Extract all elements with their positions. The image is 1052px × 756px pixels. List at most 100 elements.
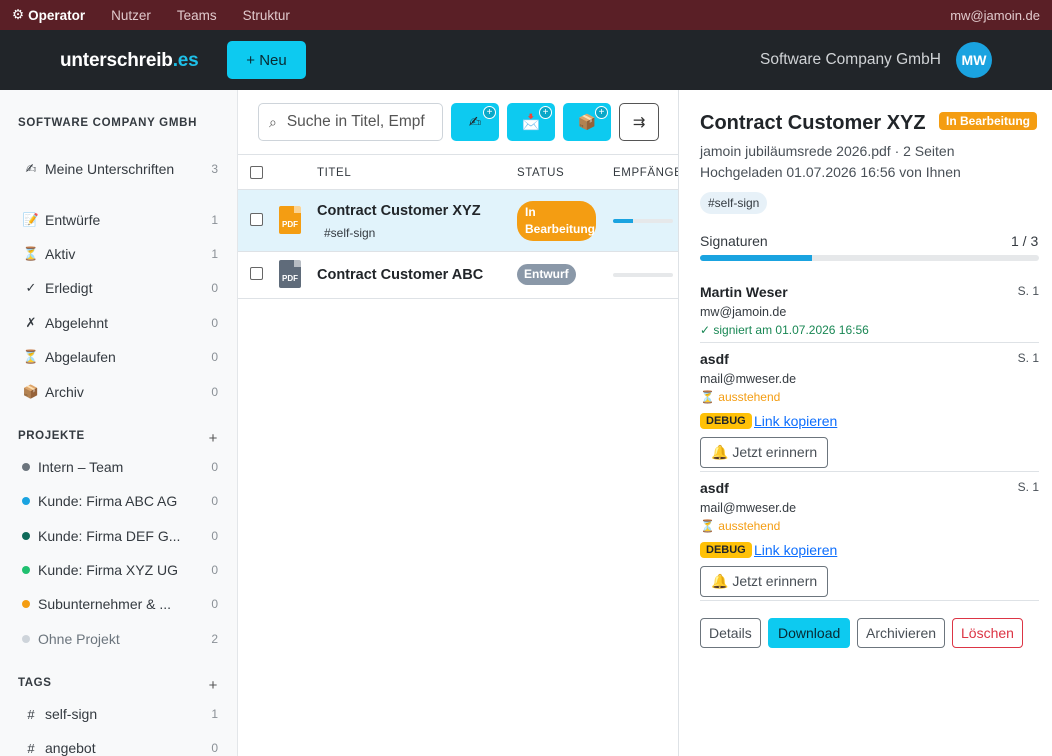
search-box[interactable]: ⌕ (258, 103, 443, 141)
copy-link[interactable]: Link kopieren (754, 542, 837, 558)
sidebar-item-tag[interactable]: # angebot 0 (0, 733, 238, 756)
new-button[interactable]: + Neu (227, 41, 306, 79)
search-input[interactable] (286, 113, 437, 131)
sidebar-item-count: 1 (211, 247, 218, 261)
project-color-dot (22, 463, 30, 471)
nav-link-teams[interactable]: Teams (177, 8, 217, 23)
signer-name: asdf (700, 480, 729, 496)
tags-title: TAGS (18, 677, 52, 689)
sort-button[interactable]: ⇉ (619, 103, 659, 141)
document-title[interactable]: Contract Customer ABC (317, 267, 483, 283)
table-row[interactable]: PDF Contract Customer XYZ #self-sign In … (238, 190, 678, 252)
nav-link-struktur[interactable]: Struktur (243, 8, 290, 23)
sidebar-item-project[interactable]: Kunde: Firma ABC AG 0 (0, 486, 238, 516)
sidebar-item-count: 0 (211, 281, 218, 295)
operator-brand[interactable]: ⚙ Operator (12, 7, 85, 23)
operator-brand-label: Operator (28, 7, 86, 23)
details-button[interactable]: Details (700, 618, 761, 648)
sidebar-item-abgelaufen[interactable]: ⏳ Abgelaufen 0 (0, 342, 238, 372)
sidebar-item-erledigt[interactable]: ✓ Erledigt 0 (0, 273, 238, 303)
cross-icon: ✗ (25, 315, 37, 330)
sidebar-item-count: 0 (211, 316, 218, 330)
document-tag[interactable]: #self-sign (324, 226, 375, 240)
signer-item: asdf S. 1 mail@mweser.de ⏳ ausstehend DE… (700, 480, 1039, 601)
package-icon: 📦 (22, 384, 40, 399)
projects-title: PROJEKTE (18, 430, 85, 442)
debug-badge: DEBUG (700, 413, 752, 429)
archive-button[interactable]: Archivieren (857, 618, 946, 648)
signer-email: mw@jamoin.de (700, 305, 787, 319)
app-logo[interactable]: unterschreib.es (60, 50, 199, 72)
sidebar-item-label: Kunde: Firma DEF G... (38, 528, 181, 544)
nav-link-nutzer[interactable]: Nutzer (111, 8, 151, 23)
status-badge: Entwurf (517, 264, 576, 285)
signatures-progress-fill (700, 255, 812, 261)
sidebar-item-project[interactable]: Kunde: Firma DEF G... 0 (0, 521, 238, 551)
company-switcher[interactable]: Software Company GmbH (760, 51, 941, 69)
document-title[interactable]: Contract Customer XYZ (317, 203, 481, 219)
sidebar-item-meine-unterschriften[interactable]: ✍ Meine Unterschriften 3 (0, 154, 238, 184)
download-button[interactable]: Download (768, 618, 851, 648)
sort-icon: ⇉ (632, 114, 646, 131)
select-all-checkbox[interactable] (250, 166, 263, 179)
column-status[interactable]: STATUS (517, 167, 564, 179)
copy-link[interactable]: Link kopieren (754, 413, 837, 429)
sidebar-item-aktiv[interactable]: ⏳ Aktiv 1 (0, 239, 238, 269)
sidebar-item-project[interactable]: Subunternehmer & ... 0 (0, 589, 238, 619)
sidebar-item-count: 2 (211, 632, 218, 646)
add-project-button[interactable]: + (209, 430, 218, 447)
recipient-progress-fill (613, 219, 633, 223)
add-tag-button[interactable]: + (209, 677, 218, 694)
sidebar-item-abgelehnt[interactable]: ✗ Abgelehnt 0 (0, 308, 238, 338)
sidebar-item-label: Abgelaufen (45, 349, 116, 365)
row-checkbox[interactable] (250, 267, 263, 280)
sidebar-item-project[interactable]: Ohne Projekt 2 (0, 624, 238, 654)
search-icon: ⌕ (269, 113, 277, 130)
sidebar-item-project[interactable]: Kunde: Firma XYZ UG 0 (0, 555, 238, 585)
sidebar-item-count: 0 (211, 460, 218, 474)
signer-status: ⏳ ausstehend (700, 519, 781, 533)
sidebar-item-tag[interactable]: # self-sign 1 (0, 699, 238, 729)
sidebar: SOFTWARE COMPANY GMBH ✍ Meine Unterschri… (0, 90, 238, 756)
sidebar-item-entwuerfe[interactable]: 📝 Entwürfe 1 (0, 205, 238, 235)
new-self-sign-button[interactable]: ✍ + (451, 103, 499, 141)
sidebar-item-label: Meine Unterschriften (45, 161, 175, 177)
sidebar-item-count: 0 (211, 563, 218, 577)
remind-button[interactable]: 🔔 Jetzt erinnern (700, 566, 829, 597)
table-header: TITEL STATUS EMPFÄNGE (238, 154, 678, 190)
new-batch-button[interactable]: 📦 + (563, 103, 611, 141)
sidebar-item-label: Ohne Projekt (38, 631, 120, 647)
sidebar-item-label: Kunde: Firma ABC AG (38, 493, 178, 509)
row-checkbox[interactable] (250, 213, 263, 226)
sidebar-item-archiv[interactable]: 📦 Archiv 0 (0, 377, 238, 407)
operator-email[interactable]: mw@jamoin.de (950, 8, 1040, 23)
column-recipients[interactable]: EMPFÄNGE (613, 167, 678, 179)
signer-status: ⏳ ausstehend (700, 390, 781, 404)
table-row[interactable]: PDF Contract Customer ABC Entwurf (238, 252, 678, 299)
file-info: jamoin jubiläumsrede 2026.pdf · 2 Seiten (700, 143, 955, 159)
signatures-progress (700, 255, 1039, 261)
sidebar-item-label: Abgelehnt (45, 315, 109, 331)
hourglass-icon: ⏳ (22, 349, 40, 364)
column-title[interactable]: TITEL (317, 167, 351, 179)
delete-button[interactable]: Löschen (952, 618, 1023, 648)
remind-button[interactable]: 🔔 Jetzt erinnern (700, 437, 829, 468)
project-color-dot (22, 600, 30, 608)
signatures-label: Signaturen (700, 233, 768, 249)
status-badge: In Bearbeitung (939, 112, 1038, 130)
project-color-dot (22, 566, 30, 574)
sidebar-item-project[interactable]: Intern – Team 0 (0, 452, 238, 482)
sidebar-item-label: Subunternehmer & ... (38, 596, 172, 612)
document-list: ⌕ ✍ + 📩 + 📦 + ⇉ TITEL STATUS EMPFÄNGE PD… (238, 90, 678, 756)
sidebar-item-label: Aktiv (45, 246, 76, 262)
sidebar-item-label: Erledigt (45, 280, 93, 296)
status-badge: In Bearbeitung (517, 201, 596, 241)
sidebar-item-label: Archiv (45, 384, 84, 400)
detail-tag[interactable]: #self-sign (700, 192, 768, 214)
sidebar-item-label: Kunde: Firma XYZ UG (38, 562, 179, 578)
sidebar-item-label: Entwürfe (45, 212, 101, 228)
avatar[interactable]: MW (956, 42, 992, 78)
envelope-icon: 📩 (521, 114, 541, 131)
new-request-button[interactable]: 📩 + (507, 103, 555, 141)
pdf-file-icon: PDF (279, 206, 301, 234)
